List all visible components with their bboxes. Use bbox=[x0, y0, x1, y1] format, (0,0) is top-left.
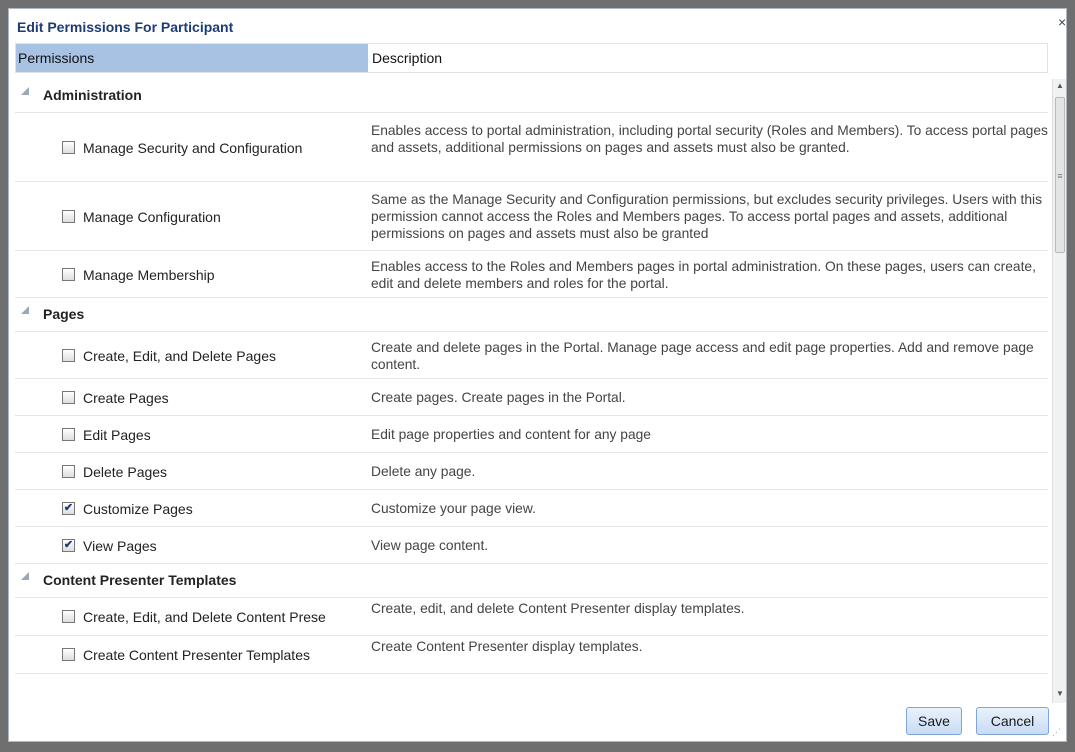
cancel-button[interactable]: Cancel bbox=[976, 707, 1049, 735]
permission-label[interactable]: Create Content Presenter Templates bbox=[83, 647, 310, 663]
permission-row: Create Content Presenter Templates Create… bbox=[15, 636, 1048, 674]
permission-row: Manage Security and Configuration Enables… bbox=[15, 113, 1048, 182]
permission-label[interactable]: Create, Edit, and Delete Content Prese bbox=[83, 609, 326, 625]
permission-label[interactable]: Delete Pages bbox=[83, 464, 167, 480]
permission-checkbox[interactable]: ✔ bbox=[62, 539, 75, 552]
permission-checkbox[interactable] bbox=[62, 349, 75, 362]
title-bar[interactable]: Edit Permissions For Participant × bbox=[9, 9, 1066, 39]
collapse-triangle-icon[interactable] bbox=[21, 572, 29, 580]
permission-row: ✔ Customize Pages Customize your page view… bbox=[15, 490, 1048, 527]
permission-description: Edit page properties and content for any… bbox=[371, 427, 651, 442]
vertical-scrollbar[interactable]: ▲ ≡ ▼ bbox=[1052, 79, 1066, 703]
permission-label[interactable]: Create Pages bbox=[83, 390, 169, 406]
permission-row: Create, Edit, and Delete Content Prese Cr… bbox=[15, 598, 1048, 636]
permission-description: Enables access to the Roles and Members … bbox=[371, 259, 1036, 291]
permission-checkbox[interactable] bbox=[62, 465, 75, 478]
group-header[interactable]: Administration bbox=[15, 79, 1048, 113]
permission-checkbox[interactable] bbox=[62, 648, 75, 661]
group-header[interactable]: Pages bbox=[15, 298, 1048, 332]
permission-row: Edit Pages Edit page properties and conte… bbox=[15, 416, 1048, 453]
group-title: Content Presenter Templates bbox=[43, 572, 237, 588]
permission-checkbox[interactable]: ✔ bbox=[62, 502, 75, 515]
close-icon[interactable]: × bbox=[1058, 14, 1066, 30]
permission-checkbox[interactable] bbox=[62, 610, 75, 623]
table-header: Permissions Description bbox=[15, 43, 1048, 73]
permission-label[interactable]: Edit Pages bbox=[83, 427, 151, 443]
permission-checkbox[interactable] bbox=[62, 268, 75, 281]
dialog-footer: Save Cancel bbox=[9, 703, 1066, 741]
edit-permissions-dialog: Edit Permissions For Participant × Permi… bbox=[8, 8, 1067, 742]
permission-description: Enables access to portal administration,… bbox=[371, 123, 1048, 155]
permission-description: Customize your page view. bbox=[371, 501, 536, 516]
permissions-table-body: Administration Manage Security and Config… bbox=[15, 79, 1048, 699]
permission-row: Create, Edit, and Delete Pages Create and… bbox=[15, 332, 1048, 379]
permission-label[interactable]: Manage Membership bbox=[83, 267, 215, 283]
permission-description: Create, edit, and delete Content Present… bbox=[371, 601, 745, 616]
permission-checkbox[interactable] bbox=[62, 428, 75, 441]
permission-label[interactable]: Create, Edit, and Delete Pages bbox=[83, 348, 276, 364]
permission-description: Create Content Presenter display templat… bbox=[371, 639, 643, 654]
resize-grip-icon[interactable]: ⋰ bbox=[1052, 727, 1061, 738]
scroll-thumb[interactable]: ≡ bbox=[1055, 97, 1065, 253]
permission-row: Create Pages Create pages. Create pages i… bbox=[15, 379, 1048, 416]
collapse-triangle-icon[interactable] bbox=[21, 306, 29, 314]
permission-description: Delete any page. bbox=[371, 464, 476, 479]
group-title: Administration bbox=[43, 87, 142, 103]
permission-label[interactable]: Manage Configuration bbox=[83, 209, 221, 225]
permission-description: View page content. bbox=[371, 538, 489, 553]
permission-description: Create pages. Create pages in the Portal… bbox=[371, 390, 626, 405]
permission-row: ✔ View Pages View page content. bbox=[15, 527, 1048, 564]
group-header[interactable]: Content Presenter Templates bbox=[15, 564, 1048, 598]
dialog-title: Edit Permissions For Participant bbox=[17, 19, 234, 35]
permission-row: Manage Membership Enables access to the R… bbox=[15, 251, 1048, 298]
permission-label[interactable]: View Pages bbox=[83, 538, 157, 554]
permission-checkbox[interactable] bbox=[62, 141, 75, 154]
scroll-down-arrow-icon[interactable]: ▼ bbox=[1053, 687, 1066, 701]
scroll-up-arrow-icon[interactable]: ▲ bbox=[1053, 79, 1066, 93]
collapse-triangle-icon[interactable] bbox=[21, 87, 29, 95]
column-header-description[interactable]: Description bbox=[372, 44, 442, 72]
column-header-permissions[interactable]: Permissions bbox=[16, 44, 368, 72]
permission-row: Delete Pages Delete any page. bbox=[15, 453, 1048, 490]
permission-description: Create and delete pages in the Portal. M… bbox=[371, 340, 1034, 372]
group-title: Pages bbox=[43, 306, 85, 322]
permission-checkbox[interactable] bbox=[62, 391, 75, 404]
permission-label[interactable]: Customize Pages bbox=[83, 501, 193, 517]
permission-description: Same as the Manage Security and Configur… bbox=[371, 192, 1042, 241]
permission-label[interactable]: Manage Security and Configuration bbox=[83, 140, 302, 156]
save-button[interactable]: Save bbox=[906, 707, 962, 735]
permission-checkbox[interactable] bbox=[62, 210, 75, 223]
permission-row: Manage Configuration Same as the Manage S… bbox=[15, 182, 1048, 251]
